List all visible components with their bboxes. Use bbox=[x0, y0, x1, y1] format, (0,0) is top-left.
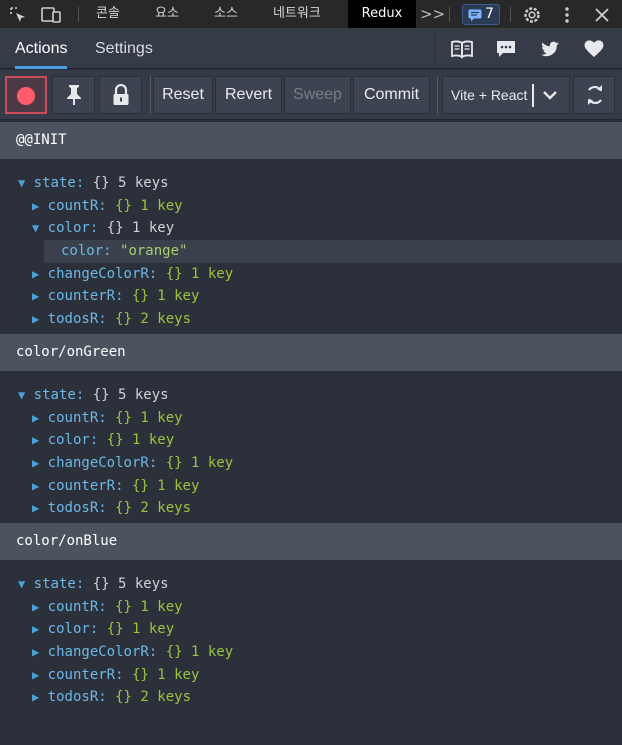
collapsed-arrow-icon[interactable]: ▶ bbox=[32, 267, 39, 281]
message-icon bbox=[468, 9, 482, 22]
instance-label: Vite + React bbox=[451, 87, 528, 103]
tree-node-color[interactable]: ▶ color: {} 1 key bbox=[0, 618, 622, 641]
devtools-tab-bar: 콘솔 요소 소스 네트워크 Redux >> 7 bbox=[0, 0, 622, 29]
tab-redux[interactable]: Redux bbox=[348, 0, 416, 28]
collapsed-arrow-icon[interactable]: ▶ bbox=[32, 433, 39, 447]
tab-elements[interactable]: 요소 bbox=[155, 0, 179, 28]
pin-button[interactable] bbox=[52, 76, 95, 114]
feedback-icon[interactable] bbox=[495, 38, 517, 60]
tree-node-counterR[interactable]: ▶ counterR: {} 1 key bbox=[0, 285, 622, 308]
tree-node-color[interactable]: ▶ color: {} 1 key bbox=[0, 429, 622, 452]
sync-button[interactable] bbox=[573, 76, 615, 114]
expanded-arrow-icon[interactable]: ▼ bbox=[18, 577, 25, 591]
tab-actions[interactable]: Actions bbox=[15, 29, 68, 69]
twitter-icon[interactable] bbox=[539, 38, 561, 60]
collapsed-arrow-icon[interactable]: ▶ bbox=[32, 501, 39, 515]
instance-select[interactable]: Vite + React bbox=[442, 76, 570, 114]
device-toolbar-icon[interactable] bbox=[40, 5, 61, 25]
commit-button[interactable]: Commit bbox=[353, 76, 430, 114]
collapsed-arrow-icon[interactable]: ▶ bbox=[32, 312, 39, 326]
expanded-arrow-icon[interactable]: ▼ bbox=[32, 221, 39, 235]
action-item: color/onBlue ▼ state: {} 5 keys ▶ countR… bbox=[0, 523, 622, 745]
close-icon[interactable] bbox=[592, 5, 612, 25]
expanded-arrow-icon[interactable]: ▼ bbox=[18, 388, 25, 402]
action-name[interactable]: @@INIT bbox=[0, 122, 622, 159]
tree-node-countR[interactable]: ▶ countR: {} 1 key bbox=[0, 195, 622, 218]
chevron-down-icon bbox=[543, 91, 557, 100]
lock-button[interactable] bbox=[99, 76, 142, 114]
more-tabs-icon[interactable]: >> bbox=[420, 0, 445, 28]
state-node[interactable]: ▼ state: {} 5 keys bbox=[0, 172, 622, 195]
tree-node-counterR[interactable]: ▶ counterR: {} 1 key bbox=[0, 475, 622, 498]
book-icon[interactable] bbox=[450, 38, 473, 60]
tree-node-changeColorR[interactable]: ▶ changeColorR: {} 1 key bbox=[0, 452, 622, 475]
action-name[interactable]: color/onGreen bbox=[0, 334, 622, 371]
record-icon bbox=[17, 87, 35, 105]
collapsed-arrow-icon[interactable]: ▶ bbox=[32, 690, 39, 704]
collapsed-arrow-icon[interactable]: ▶ bbox=[32, 289, 39, 303]
redux-header: Actions Settings bbox=[0, 29, 622, 69]
tree-node-color[interactable]: ▼ color: {} 1 key bbox=[0, 217, 622, 240]
expanded-arrow-icon[interactable]: ▼ bbox=[18, 176, 25, 190]
tab-network[interactable]: 네트워크 bbox=[273, 0, 321, 28]
tree-node-todosR[interactable]: ▶ todosR: {} 2 keys bbox=[0, 686, 622, 709]
collapsed-arrow-icon[interactable]: ▶ bbox=[32, 411, 39, 425]
inspect-element-icon[interactable] bbox=[8, 5, 28, 25]
tree-leaf-color-value[interactable]: color: "orange" bbox=[44, 240, 622, 263]
state-node[interactable]: ▼ state: {} 5 keys bbox=[0, 384, 622, 407]
action-item: @@INIT ▼ state: {} 5 keys ▶ countR: {} 1… bbox=[0, 122, 622, 334]
collapsed-arrow-icon[interactable]: ▶ bbox=[32, 600, 39, 614]
issues-count: 7 bbox=[485, 6, 494, 22]
tab-sources[interactable]: 소스 bbox=[214, 0, 238, 28]
tree-node-changeColorR[interactable]: ▶ changeColorR: {} 1 key bbox=[0, 263, 622, 286]
state-tree: ▼ state: {} 5 keys ▶ countR: {} 1 key ▶ … bbox=[0, 371, 622, 523]
tab-settings[interactable]: Settings bbox=[95, 29, 153, 69]
collapsed-arrow-icon[interactable]: ▶ bbox=[32, 622, 39, 636]
pin-icon bbox=[67, 85, 81, 105]
tab-console[interactable]: 콘솔 bbox=[96, 0, 120, 28]
state-tree: ▼ state: {} 5 keys ▶ countR: {} 1 key ▼ … bbox=[0, 159, 622, 334]
action-toolbar: Reset Revert Sweep Commit Vite + React bbox=[0, 70, 622, 120]
lock-icon bbox=[113, 84, 129, 105]
action-name[interactable]: color/onBlue bbox=[0, 523, 622, 560]
issues-badge[interactable]: 7 bbox=[462, 4, 500, 25]
tree-node-countR[interactable]: ▶ countR: {} 1 key bbox=[0, 407, 622, 430]
collapsed-arrow-icon[interactable]: ▶ bbox=[32, 645, 39, 659]
collapsed-arrow-icon[interactable]: ▶ bbox=[32, 668, 39, 682]
collapsed-arrow-icon[interactable]: ▶ bbox=[32, 479, 39, 493]
tree-node-changeColorR[interactable]: ▶ changeColorR: {} 1 key bbox=[0, 641, 622, 664]
tree-node-todosR[interactable]: ▶ todosR: {} 2 keys bbox=[0, 497, 622, 520]
sync-icon bbox=[588, 85, 602, 105]
revert-button[interactable]: Revert bbox=[215, 76, 282, 114]
reset-button[interactable]: Reset bbox=[153, 76, 213, 114]
heart-icon[interactable] bbox=[583, 38, 605, 60]
collapsed-arrow-icon[interactable]: ▶ bbox=[32, 456, 39, 470]
tree-node-countR[interactable]: ▶ countR: {} 1 key bbox=[0, 596, 622, 619]
state-node[interactable]: ▼ state: {} 5 keys bbox=[0, 573, 622, 596]
sweep-button[interactable]: Sweep bbox=[284, 76, 351, 114]
action-item: color/onGreen ▼ state: {} 5 keys ▶ count… bbox=[0, 334, 622, 523]
collapsed-arrow-icon[interactable]: ▶ bbox=[32, 199, 39, 213]
settings-gear-icon[interactable] bbox=[522, 5, 542, 25]
tree-node-counterR[interactable]: ▶ counterR: {} 1 key bbox=[0, 664, 622, 687]
tree-node-todosR[interactable]: ▶ todosR: {} 2 keys bbox=[0, 308, 622, 331]
record-button[interactable] bbox=[5, 76, 47, 114]
state-tree: ▼ state: {} 5 keys ▶ countR: {} 1 key ▶ … bbox=[0, 560, 622, 745]
kebab-menu-icon[interactable] bbox=[557, 5, 577, 25]
